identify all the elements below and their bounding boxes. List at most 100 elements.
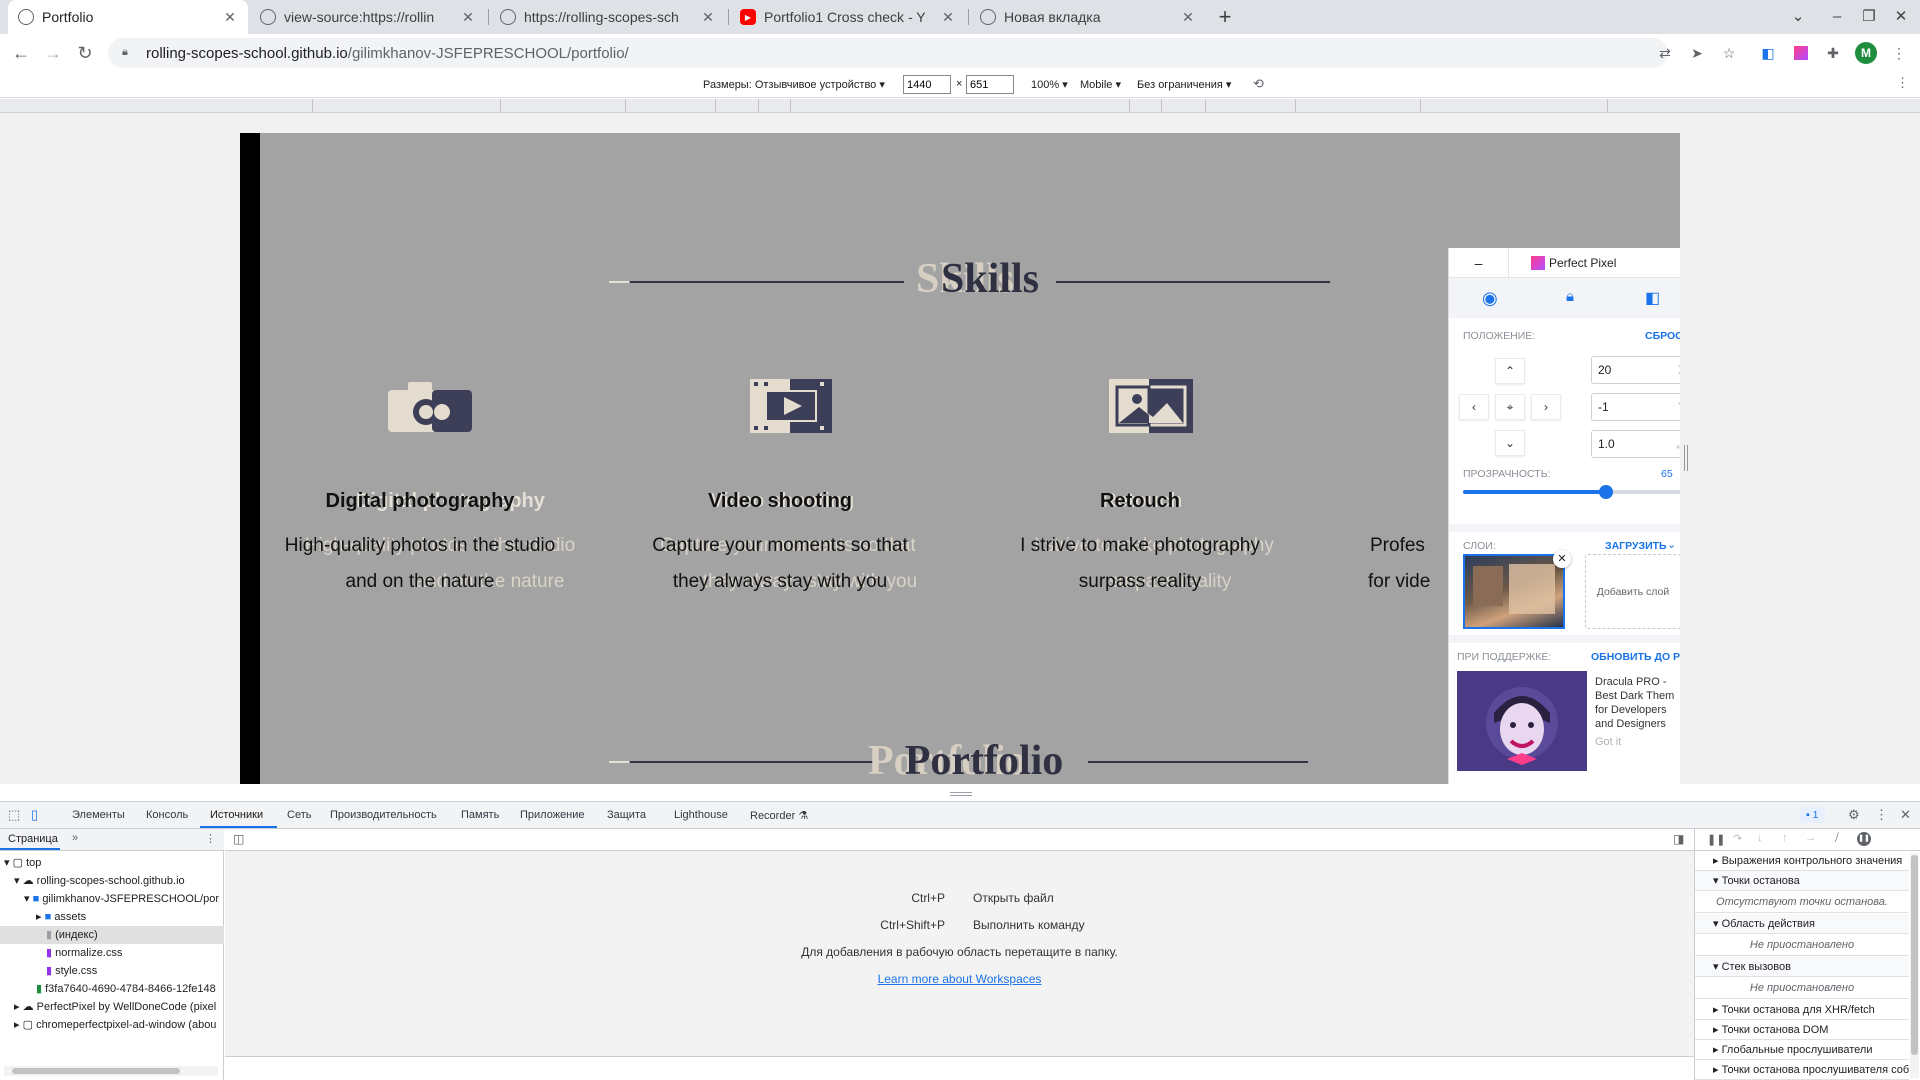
toggle-debugger-icon[interactable]: ◨ bbox=[1673, 832, 1684, 846]
extensions-puzzle-icon[interactable]: ✚ bbox=[1822, 42, 1844, 64]
minimize-button[interactable]: – bbox=[1449, 248, 1509, 278]
tab-performance[interactable]: Производительность bbox=[330, 809, 437, 821]
step-into-icon[interactable]: ↓ bbox=[1757, 832, 1763, 844]
close-icon[interactable]: ✕ bbox=[222, 9, 238, 26]
tree-item[interactable]: ▸ ■ assets bbox=[0, 908, 224, 926]
debugger-section[interactable]: ▾ Точки останова bbox=[1695, 871, 1909, 891]
tab-rolling-scopes[interactable]: https://rolling-scopes-sch ✕ bbox=[490, 0, 726, 34]
tab-page[interactable]: Страница bbox=[8, 833, 58, 845]
tree-item[interactable]: ▸ ▢ chromeperfectpixel-ad-window (abou bbox=[0, 1016, 224, 1034]
tab-search-icon[interactable]: ⌄ bbox=[1787, 6, 1809, 28]
device-type-dropdown[interactable]: Mobile ▾ bbox=[1080, 78, 1121, 91]
scrollbar-thumb[interactable] bbox=[12, 1068, 180, 1074]
pause-on-exceptions-icon[interactable]: ❚❚ bbox=[1857, 832, 1871, 846]
debugger-section[interactable]: ▸ Глобальные прослушиватели bbox=[1695, 1040, 1909, 1060]
deactivate-breakpoints-icon[interactable]: ⧸ bbox=[1835, 832, 1839, 845]
debugger-section[interactable]: ▸ Выражения контрольного значения bbox=[1695, 851, 1909, 871]
close-icon[interactable]: ✕ bbox=[940, 9, 956, 26]
pause-icon[interactable]: ❚❚ bbox=[1707, 833, 1725, 846]
close-icon[interactable]: ✕ bbox=[1180, 9, 1196, 26]
tree-item[interactable]: ▮ normalize.css bbox=[0, 944, 224, 962]
tab-view-source[interactable]: view-source:https://rollin ✕ bbox=[250, 0, 486, 34]
tab-security[interactable]: Защита bbox=[607, 809, 646, 821]
lock-icon[interactable]: 🔒︎ bbox=[1566, 288, 1574, 305]
invert-icon[interactable]: ◧ bbox=[1645, 288, 1660, 308]
tab-memory[interactable]: Память bbox=[461, 809, 499, 821]
workspaces-link[interactable]: Learn more about Workspaces bbox=[225, 972, 1694, 986]
debugger-section[interactable]: ▸ Точки останова DOM bbox=[1695, 1020, 1909, 1040]
dracula-ad-image[interactable] bbox=[1457, 671, 1587, 771]
window-close-icon[interactable]: ✕ bbox=[1890, 6, 1912, 28]
panel-header[interactable]: – Perfect Pixel bbox=[1449, 248, 1680, 278]
minimize-icon[interactable]: – bbox=[1826, 6, 1848, 28]
step-out-icon[interactable]: ↑ bbox=[1782, 832, 1788, 844]
address-bar[interactable]: 🔒︎ rolling-scopes-school.github.io/gilim… bbox=[108, 38, 1668, 68]
horizontal-scrollbar[interactable] bbox=[4, 1066, 218, 1076]
opacity-slider-track[interactable] bbox=[1463, 485, 1680, 499]
tab-sources[interactable]: Источники bbox=[210, 809, 263, 821]
tab-lighthouse[interactable]: Lighthouse bbox=[674, 809, 728, 821]
tree-item[interactable]: ▸ ☁ PerfectPixel by WellDoneCode (pixel bbox=[0, 998, 224, 1016]
devtools-resizer[interactable] bbox=[0, 784, 1920, 802]
restore-icon[interactable]: ❐ bbox=[1858, 6, 1880, 28]
zoom-dropdown[interactable]: 100% ▾ bbox=[1031, 78, 1068, 91]
kebab-menu-icon[interactable]: ⋮ bbox=[1888, 42, 1910, 64]
debugger-section[interactable]: ▸ Точки останова прослушивателя собы bbox=[1695, 1060, 1909, 1080]
vertical-scrollbar[interactable] bbox=[1910, 853, 1919, 1078]
move-down-button[interactable]: ⌄ bbox=[1495, 430, 1525, 456]
perfect-pixel-extension-icon[interactable] bbox=[1790, 42, 1812, 64]
tab-youtube[interactable]: ▶ Portfolio1 Cross check - Y ✕ bbox=[730, 0, 966, 34]
navigator-menu-icon[interactable]: ⋮ bbox=[205, 832, 216, 845]
devtools-menu-icon[interactable]: ⋮ bbox=[1875, 807, 1888, 823]
close-icon[interactable]: ✕ bbox=[700, 9, 716, 26]
issues-badge[interactable]: ▪ 1 bbox=[1800, 807, 1825, 823]
tab-elements[interactable]: Элементы bbox=[72, 809, 125, 821]
inspect-element-icon[interactable]: ⬚ bbox=[8, 807, 20, 823]
tree-item[interactable]: ▾ ■ gilimkhanov-JSFEPRESCHOOL/por bbox=[0, 890, 224, 908]
forward-icon[interactable]: → bbox=[40, 40, 66, 66]
step-icon[interactable]: → bbox=[1805, 832, 1816, 844]
dimensions-dropdown[interactable]: Размеры: Отзывчивое устройство ▾ bbox=[703, 78, 885, 91]
tab-new-tab[interactable]: Новая вкладка ✕ bbox=[970, 0, 1206, 34]
tree-item[interactable]: ▾ ▢ top bbox=[0, 854, 224, 872]
center-button[interactable]: ⌖ bbox=[1495, 394, 1525, 420]
add-layer-button[interactable]: Добавить слой bbox=[1585, 554, 1680, 629]
tree-item[interactable]: ▮ style.css bbox=[0, 962, 224, 980]
step-over-icon[interactable]: ↷ bbox=[1733, 832, 1742, 845]
tab-portfolio[interactable]: Portfolio ✕ bbox=[8, 0, 248, 34]
scrollbar-thumb[interactable] bbox=[1911, 855, 1918, 1055]
tab-network[interactable]: Сеть bbox=[287, 809, 311, 821]
move-right-button[interactable]: › bbox=[1531, 394, 1561, 420]
tree-item[interactable]: ▾ ☁ rolling-scopes-school.github.io bbox=[0, 872, 224, 890]
rotate-icon[interactable]: ⟲ bbox=[1253, 76, 1264, 92]
x-position-field[interactable]: 20 X bbox=[1591, 356, 1680, 384]
debugger-section[interactable]: ▾ Стек вызовов bbox=[1695, 957, 1909, 977]
device-toggle-icon[interactable]: ▯ bbox=[31, 807, 38, 823]
debugger-section[interactable]: ▾ Область действия bbox=[1695, 914, 1909, 934]
close-icon[interactable]: ✕ bbox=[460, 9, 476, 26]
translate-icon[interactable]: ⇄ bbox=[1654, 42, 1676, 64]
back-icon[interactable]: ← bbox=[8, 40, 34, 66]
bookmark-star-icon[interactable]: ☆ bbox=[1718, 42, 1740, 64]
tree-item[interactable]: ▮ f3fa7640-4690-4784-8466-12fe148 bbox=[0, 980, 224, 998]
tree-item[interactable]: ▮ (индекс) bbox=[0, 926, 224, 944]
viewport-resize-handle[interactable] bbox=[1684, 445, 1688, 471]
reset-link[interactable]: СБРОС bbox=[1645, 330, 1680, 342]
settings-gear-icon[interactable]: ⚙ bbox=[1848, 807, 1860, 823]
avatar[interactable]: M bbox=[1855, 42, 1877, 64]
toggle-navigator-icon[interactable]: ◫ bbox=[233, 832, 244, 846]
throttling-dropdown[interactable]: Без ограничения ▾ bbox=[1137, 78, 1231, 91]
tab-console[interactable]: Консоль bbox=[146, 809, 188, 821]
reload-icon[interactable]: ↻ bbox=[72, 40, 98, 66]
send-icon[interactable]: ➤ bbox=[1686, 42, 1708, 64]
move-left-button[interactable]: ‹ bbox=[1459, 394, 1489, 420]
debugger-section[interactable]: ▸ Точки останова для XHR/fetch bbox=[1695, 1000, 1909, 1020]
layer-thumbnail[interactable] bbox=[1463, 554, 1565, 629]
perfect-pixel-panel[interactable]: – Perfect Pixel ◉ 🔒︎ ◧ ПОЛОЖЕНИЕ: СБРОС … bbox=[1448, 248, 1680, 784]
opacity-slider-thumb[interactable] bbox=[1599, 485, 1613, 499]
move-up-button[interactable]: ⌃ bbox=[1495, 358, 1525, 384]
ad-cta[interactable]: Got it bbox=[1595, 736, 1621, 748]
chevron-down-icon[interactable]: ⌄ bbox=[1667, 538, 1676, 551]
scale-field[interactable]: 1.0 ⤢ bbox=[1591, 430, 1680, 458]
remove-layer-icon[interactable]: ✕ bbox=[1553, 550, 1571, 568]
